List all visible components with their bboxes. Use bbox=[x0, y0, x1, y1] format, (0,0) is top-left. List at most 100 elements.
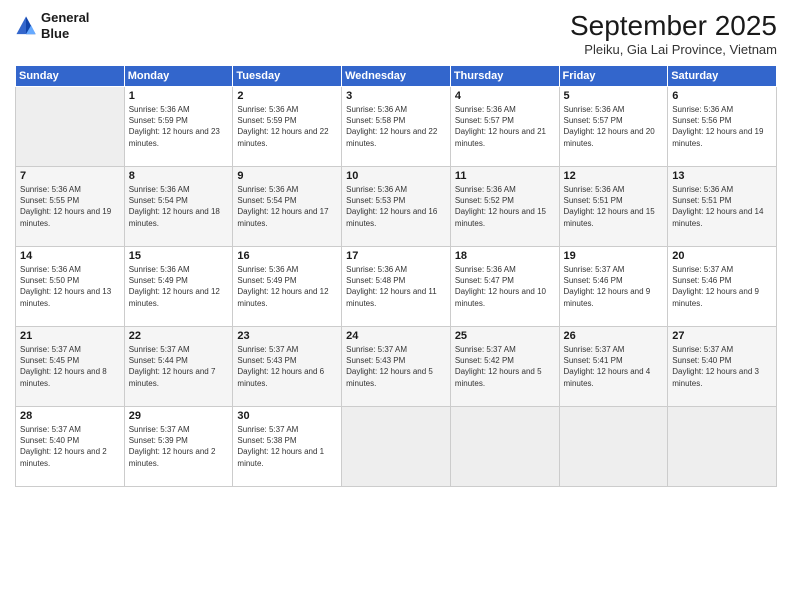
day-number: 11 bbox=[455, 170, 555, 182]
day-info: Sunrise: 5:37 AMSunset: 5:39 PMDaylight:… bbox=[129, 424, 229, 469]
day-number: 27 bbox=[672, 330, 772, 342]
day-number: 28 bbox=[20, 410, 120, 422]
day-number: 8 bbox=[129, 170, 229, 182]
calendar-cell: 11 Sunrise: 5:36 AMSunset: 5:52 PMDayligh… bbox=[450, 167, 559, 247]
calendar-week: 21 Sunrise: 5:37 AMSunset: 5:45 PMDayligh… bbox=[16, 327, 777, 407]
day-info: Sunrise: 5:36 AMSunset: 5:47 PMDaylight:… bbox=[455, 264, 555, 309]
day-info: Sunrise: 5:36 AMSunset: 5:52 PMDaylight:… bbox=[455, 184, 555, 229]
calendar-cell: 14Sunrise: 5:36 AMSunset: 5:50 PMDayligh… bbox=[16, 247, 125, 327]
calendar-cell: 26 Sunrise: 5:37 AMSunset: 5:41 PMDayligh… bbox=[559, 327, 668, 407]
calendar-cell: 19 Sunrise: 5:37 AMSunset: 5:46 PMDayligh… bbox=[559, 247, 668, 327]
calendar-cell bbox=[16, 87, 125, 167]
day-info: Sunrise: 5:36 AMSunset: 5:49 PMDaylight:… bbox=[129, 264, 229, 309]
calendar-cell: 22 Sunrise: 5:37 AMSunset: 5:44 PMDayligh… bbox=[124, 327, 233, 407]
day-number: 15 bbox=[129, 250, 229, 262]
calendar-cell: 29Sunrise: 5:37 AMSunset: 5:39 PMDayligh… bbox=[124, 407, 233, 487]
day-info: Sunrise: 5:36 AMSunset: 5:51 PMDaylight:… bbox=[564, 184, 664, 229]
day-info: Sunrise: 5:36 AMSunset: 5:55 PMDaylight:… bbox=[20, 184, 120, 229]
weekday-header: Wednesday bbox=[342, 66, 451, 87]
day-info: Sunrise: 5:37 AMSunset: 5:38 PMDaylight:… bbox=[237, 424, 337, 469]
day-number: 2 bbox=[237, 90, 337, 102]
calendar-cell: 21 Sunrise: 5:37 AMSunset: 5:45 PMDayligh… bbox=[16, 327, 125, 407]
day-info: Sunrise: 5:37 AMSunset: 5:46 PMDaylight:… bbox=[672, 264, 772, 309]
day-number: 12 bbox=[564, 170, 664, 182]
day-number: 13 bbox=[672, 170, 772, 182]
calendar-cell: 3 Sunrise: 5:36 AMSunset: 5:58 PMDaylight… bbox=[342, 87, 451, 167]
day-number: 19 bbox=[564, 250, 664, 262]
logo-text: General Blue bbox=[41, 10, 89, 41]
location-subtitle: Pleiku, Gia Lai Province, Vietnam bbox=[570, 42, 777, 57]
day-info: Sunrise: 5:37 AMSunset: 5:43 PMDaylight:… bbox=[237, 344, 337, 389]
day-info: Sunrise: 5:36 AMSunset: 5:54 PMDaylight:… bbox=[237, 184, 337, 229]
calendar-cell: 25Sunrise: 5:37 AMSunset: 5:42 PMDayligh… bbox=[450, 327, 559, 407]
calendar-cell: 8 Sunrise: 5:36 AMSunset: 5:54 PMDaylight… bbox=[124, 167, 233, 247]
day-number: 10 bbox=[346, 170, 446, 182]
calendar-cell: 24 Sunrise: 5:37 AMSunset: 5:43 PMDayligh… bbox=[342, 327, 451, 407]
page: General Blue September 2025 Pleiku, Gia … bbox=[0, 0, 792, 612]
day-number: 20 bbox=[672, 250, 772, 262]
calendar-cell: 27Sunrise: 5:37 AMSunset: 5:40 PMDayligh… bbox=[668, 327, 777, 407]
calendar-cell: 18 Sunrise: 5:36 AMSunset: 5:47 PMDayligh… bbox=[450, 247, 559, 327]
day-number: 9 bbox=[237, 170, 337, 182]
day-info: Sunrise: 5:37 AMSunset: 5:44 PMDaylight:… bbox=[129, 344, 229, 389]
logo: General Blue bbox=[15, 10, 89, 41]
day-number: 26 bbox=[564, 330, 664, 342]
calendar-cell: 13 Sunrise: 5:36 AMSunset: 5:51 PMDayligh… bbox=[668, 167, 777, 247]
calendar-cell: 9 Sunrise: 5:36 AMSunset: 5:54 PMDaylight… bbox=[233, 167, 342, 247]
day-info: Sunrise: 5:37 AMSunset: 5:41 PMDaylight:… bbox=[564, 344, 664, 389]
calendar-cell: 23 Sunrise: 5:37 AMSunset: 5:43 PMDayligh… bbox=[233, 327, 342, 407]
day-info: Sunrise: 5:36 AMSunset: 5:59 PMDaylight:… bbox=[129, 104, 229, 149]
day-info: Sunrise: 5:36 AMSunset: 5:54 PMDaylight:… bbox=[129, 184, 229, 229]
day-number: 14 bbox=[20, 250, 120, 262]
calendar-cell: 17 Sunrise: 5:36 AMSunset: 5:48 PMDayligh… bbox=[342, 247, 451, 327]
month-title: September 2025 bbox=[570, 10, 777, 42]
calendar-cell: 7Sunrise: 5:36 AMSunset: 5:55 PMDaylight… bbox=[16, 167, 125, 247]
day-info: Sunrise: 5:36 AMSunset: 5:59 PMDaylight:… bbox=[237, 104, 337, 149]
day-info: Sunrise: 5:36 AMSunset: 5:58 PMDaylight:… bbox=[346, 104, 446, 149]
day-info: Sunrise: 5:36 AMSunset: 5:53 PMDaylight:… bbox=[346, 184, 446, 229]
day-number: 21 bbox=[20, 330, 120, 342]
day-info: Sunrise: 5:36 AMSunset: 5:57 PMDaylight:… bbox=[455, 104, 555, 149]
day-info: Sunrise: 5:36 AMSunset: 5:51 PMDaylight:… bbox=[672, 184, 772, 229]
header: General Blue September 2025 Pleiku, Gia … bbox=[15, 10, 777, 57]
calendar-cell: 15 Sunrise: 5:36 AMSunset: 5:49 PMDayligh… bbox=[124, 247, 233, 327]
day-info: Sunrise: 5:37 AMSunset: 5:46 PMDaylight:… bbox=[564, 264, 664, 309]
calendar-cell: 5 Sunrise: 5:36 AMSunset: 5:57 PMDaylight… bbox=[559, 87, 668, 167]
calendar-cell: 2 Sunrise: 5:36 AMSunset: 5:59 PMDaylight… bbox=[233, 87, 342, 167]
calendar-cell: 30Sunrise: 5:37 AMSunset: 5:38 PMDayligh… bbox=[233, 407, 342, 487]
calendar-cell: 12 Sunrise: 5:36 AMSunset: 5:51 PMDayligh… bbox=[559, 167, 668, 247]
day-number: 5 bbox=[564, 90, 664, 102]
day-number: 25 bbox=[455, 330, 555, 342]
day-number: 18 bbox=[455, 250, 555, 262]
weekday-header: Sunday bbox=[16, 66, 125, 87]
calendar-week: 1Sunrise: 5:36 AMSunset: 5:59 PMDaylight… bbox=[16, 87, 777, 167]
calendar-cell bbox=[559, 407, 668, 487]
calendar-cell: 28 Sunrise: 5:37 AMSunset: 5:40 PMDayligh… bbox=[16, 407, 125, 487]
day-info: Sunrise: 5:36 AMSunset: 5:48 PMDaylight:… bbox=[346, 264, 446, 309]
calendar-week: 14Sunrise: 5:36 AMSunset: 5:50 PMDayligh… bbox=[16, 247, 777, 327]
day-number: 23 bbox=[237, 330, 337, 342]
weekday-header: Tuesday bbox=[233, 66, 342, 87]
day-number: 17 bbox=[346, 250, 446, 262]
day-number: 22 bbox=[129, 330, 229, 342]
calendar-cell bbox=[668, 407, 777, 487]
header-row: SundayMondayTuesdayWednesdayThursdayFrid… bbox=[16, 66, 777, 87]
day-info: Sunrise: 5:36 AMSunset: 5:56 PMDaylight:… bbox=[672, 104, 772, 149]
calendar-table: SundayMondayTuesdayWednesdayThursdayFrid… bbox=[15, 65, 777, 487]
day-info: Sunrise: 5:37 AMSunset: 5:40 PMDaylight:… bbox=[20, 424, 120, 469]
calendar-cell: 16Sunrise: 5:36 AMSunset: 5:49 PMDayligh… bbox=[233, 247, 342, 327]
calendar-cell bbox=[342, 407, 451, 487]
day-number: 6 bbox=[672, 90, 772, 102]
day-number: 24 bbox=[346, 330, 446, 342]
weekday-header: Monday bbox=[124, 66, 233, 87]
calendar-cell: 10 Sunrise: 5:36 AMSunset: 5:53 PMDayligh… bbox=[342, 167, 451, 247]
calendar-week: 28 Sunrise: 5:37 AMSunset: 5:40 PMDayligh… bbox=[16, 407, 777, 487]
day-number: 3 bbox=[346, 90, 446, 102]
weekday-header: Friday bbox=[559, 66, 668, 87]
weekday-header: Thursday bbox=[450, 66, 559, 87]
calendar-cell: 6 Sunrise: 5:36 AMSunset: 5:56 PMDaylight… bbox=[668, 87, 777, 167]
day-info: Sunrise: 5:36 AMSunset: 5:57 PMDaylight:… bbox=[564, 104, 664, 149]
day-number: 16 bbox=[237, 250, 337, 262]
day-info: Sunrise: 5:37 AMSunset: 5:43 PMDaylight:… bbox=[346, 344, 446, 389]
day-info: Sunrise: 5:37 AMSunset: 5:45 PMDaylight:… bbox=[20, 344, 120, 389]
